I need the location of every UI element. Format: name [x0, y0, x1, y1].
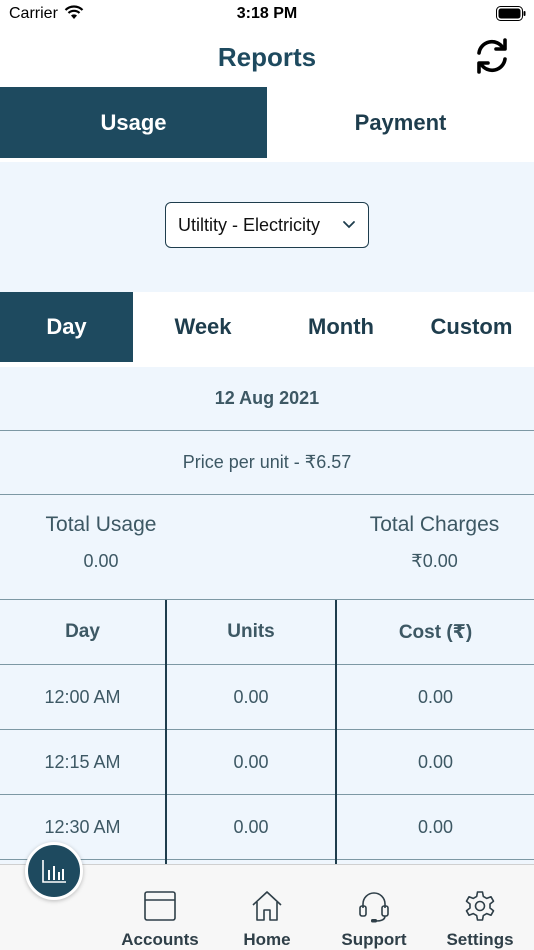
- tab-payment[interactable]: Payment: [267, 87, 534, 158]
- row-units: 0.00: [233, 751, 269, 772]
- price-per-unit: Price per unit - ₹6.57: [0, 431, 534, 495]
- header: Reports: [0, 30, 534, 86]
- usage-table: Day Units Cost (₹) 12:00 AM 0.00 0.00 12…: [0, 599, 534, 864]
- reports-fab-button[interactable]: [25, 842, 83, 900]
- row-cost: 0.00: [417, 751, 454, 772]
- summary-panel: 12 Aug 2021 Price per unit - ₹6.57 Total…: [0, 367, 534, 600]
- period-tabs: Day Week Month Custom: [0, 292, 534, 362]
- column-header-units: Units: [227, 621, 275, 642]
- tab-custom[interactable]: Custom: [409, 292, 534, 362]
- total-usage-value: 0.00: [83, 551, 119, 571]
- column-header-cost: Cost (₹): [398, 621, 473, 643]
- utility-dropdown-value: Utiltity - Electricity: [178, 214, 321, 235]
- home-icon: [212, 889, 322, 928]
- row-units: 0.00: [233, 686, 269, 707]
- tab-week[interactable]: Week: [133, 292, 273, 362]
- battery-icon: [496, 6, 526, 26]
- refresh-icon: [477, 38, 507, 74]
- status-bar: Carrier 3:18 PM: [0, 0, 534, 30]
- status-time: 3:18 PM: [236, 5, 298, 22]
- table-row: 12:00 AM 0.00 0.00: [0, 665, 534, 730]
- row-time: 12:30 AM: [44, 816, 121, 837]
- total-charges: Total Charges ₹0.00: [362, 513, 507, 572]
- total-usage: Total Usage 0.00: [30, 513, 172, 572]
- nav-accounts[interactable]: Accounts: [105, 865, 215, 950]
- row-time: 12:00 AM: [44, 686, 121, 707]
- column-divider: [335, 600, 337, 864]
- tab-month[interactable]: Month: [273, 292, 409, 362]
- table-header-row: Day Units Cost (₹): [0, 600, 534, 665]
- row-cost: 0.00: [417, 686, 454, 707]
- nav-accounts-label: Accounts: [121, 930, 199, 949]
- table-row: 12:30 AM 0.00 0.00: [0, 795, 534, 860]
- row-units: 0.00: [233, 816, 269, 837]
- table-row: 12:15 AM 0.00 0.00: [0, 730, 534, 795]
- nav-support-label: Support: [341, 930, 407, 949]
- row-cost: 0.00: [417, 816, 454, 837]
- selected-date: 12 Aug 2021: [0, 367, 534, 431]
- gear-icon: [425, 889, 534, 928]
- total-charges-label: Total Charges: [369, 513, 500, 536]
- headset-icon: [319, 889, 429, 928]
- utility-section: Utiltity - Electricity: [0, 162, 534, 292]
- row-time: 12:15 AM: [44, 751, 121, 772]
- refresh-button[interactable]: [472, 36, 512, 76]
- accounts-icon: [105, 889, 215, 928]
- nav-settings[interactable]: Settings: [425, 865, 534, 950]
- column-header-day: Day: [65, 621, 100, 642]
- utility-dropdown[interactable]: Utiltity - Electricity: [165, 202, 369, 248]
- tab-usage[interactable]: Usage: [0, 87, 267, 158]
- tab-day[interactable]: Day: [0, 292, 133, 362]
- total-usage-label: Total Usage: [45, 513, 157, 536]
- total-charges-value: ₹0.00: [411, 551, 458, 571]
- nav-home-label: Home: [243, 930, 291, 949]
- column-divider: [165, 600, 167, 864]
- nav-support[interactable]: Support: [319, 865, 429, 950]
- main-tabs: Usage Payment: [0, 87, 534, 158]
- nav-home[interactable]: Home: [212, 865, 322, 950]
- page-title: Reports: [217, 42, 317, 72]
- bar-chart-icon: [42, 860, 66, 883]
- chevron-down-icon: [343, 221, 355, 229]
- nav-settings-label: Settings: [446, 930, 514, 949]
